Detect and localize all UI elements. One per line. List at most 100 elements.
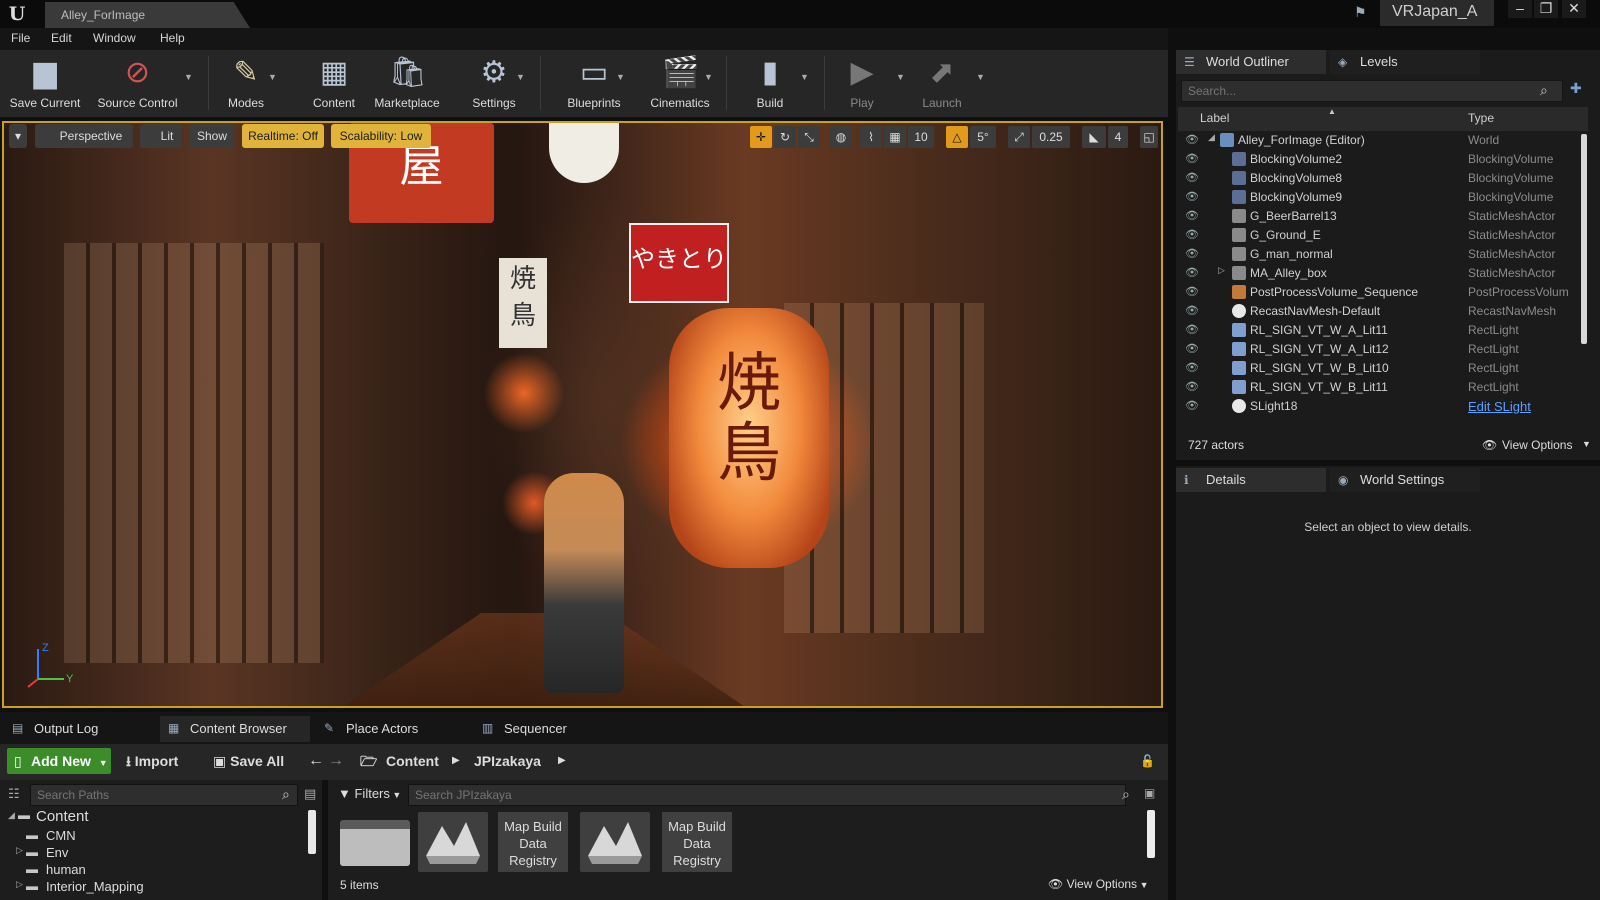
visibility-eye-icon[interactable]: 👁	[1184, 228, 1200, 242]
outliner-scrollbar[interactable]	[1581, 134, 1587, 344]
play-dropdown[interactable]: ▼	[896, 72, 906, 82]
asset-folder-tile[interactable]	[340, 812, 410, 872]
expand-arrow-icon[interactable]: ▷	[1218, 265, 1225, 276]
outliner-row[interactable]: 👁 RL_SIGN_VT_W_B_Lit11 RectLight	[1178, 378, 1588, 397]
scale-snap-value[interactable]: 0.25	[1032, 126, 1070, 148]
outliner-row[interactable]: 👁 RL_SIGN_VT_W_A_Lit11 RectLight	[1178, 321, 1588, 340]
minimize-button[interactable]: –	[1508, 0, 1532, 18]
expand-arrow-icon[interactable]: ▷	[16, 845, 23, 856]
outliner-row[interactable]: 👁 PostProcessVolume_Sequence PostProcess…	[1178, 283, 1588, 302]
visibility-eye-icon[interactable]: 👁	[1184, 361, 1200, 375]
asset-map-build-data-tile[interactable]: Map Build Data Registry	[662, 812, 732, 872]
menu-file[interactable]: File	[11, 31, 30, 45]
tab-world-outliner[interactable]: ☰ World Outliner	[1176, 50, 1326, 74]
lit-button[interactable]: Lit	[140, 124, 182, 148]
tab-levels[interactable]: ◈ Levels	[1330, 50, 1480, 74]
play-button[interactable]: ▶ Play	[834, 52, 890, 116]
rotation-snap-value[interactable]: 5°	[970, 126, 996, 148]
close-button[interactable]: ✕	[1562, 0, 1586, 18]
outliner-row[interactable]: 👁 RL_SIGN_VT_W_B_Lit10 RectLight	[1178, 359, 1588, 378]
grid-snap-icon[interactable]: ▦	[884, 126, 906, 148]
outliner-view-options[interactable]: View Options	[1502, 438, 1572, 452]
asset-view-options[interactable]: 👁 View Options ▼	[1048, 877, 1148, 891]
outliner-search-input[interactable]	[1181, 80, 1563, 102]
column-label[interactable]: Label	[1200, 111, 1229, 125]
surface-snap-icon[interactable]: ⌇	[860, 126, 882, 148]
tab-sequencer[interactable]: ▥ Sequencer	[474, 716, 624, 742]
expand-arrow-icon[interactable]: ▷	[16, 879, 23, 890]
realtime-toggle[interactable]: Realtime: Off	[242, 124, 324, 148]
visibility-eye-icon[interactable]: 👁	[1184, 323, 1200, 337]
visibility-eye-icon[interactable]: 👁	[1184, 380, 1200, 394]
breadcrumb-separator-icon[interactable]: ▶	[558, 748, 566, 774]
tree-item-cmn[interactable]: CMN	[46, 828, 76, 843]
chevron-down-icon[interactable]: ▼	[1582, 439, 1591, 449]
asset-map-build-data-tile[interactable]: Map Build Data Registry	[498, 812, 568, 872]
search-icon[interactable]: ⌕	[1540, 82, 1548, 99]
blueprints-button[interactable]: ▭ Blueprints	[552, 52, 636, 116]
save-current-button[interactable]: ▆ Save Current	[4, 52, 86, 116]
camera-speed-value[interactable]: 4	[1108, 126, 1128, 148]
settings-button[interactable]: ⚙ Settings	[458, 52, 530, 116]
document-tab[interactable]: Alley_ForImage	[45, 2, 250, 28]
search-paths-input[interactable]	[30, 784, 298, 806]
outliner-row[interactable]: 👁 BlockingVolume9 BlockingVolume	[1178, 188, 1588, 207]
tree-item-content[interactable]: Content	[36, 808, 89, 825]
panel-splitter[interactable]	[1168, 50, 1176, 900]
outliner-row[interactable]: 👁 ▷ MA_Alley_box StaticMeshActor	[1178, 264, 1588, 283]
lock-icon[interactable]: 🔓	[1140, 748, 1155, 774]
asset-view-scrollbar[interactable]	[1147, 810, 1155, 858]
visibility-eye-icon[interactable]: 👁	[1184, 152, 1200, 166]
visibility-eye-icon[interactable]: 👁	[1184, 247, 1200, 261]
rotate-tool-icon[interactable]: ↻	[774, 126, 796, 148]
search-assets-input[interactable]	[408, 784, 1126, 806]
collapse-arrow-icon[interactable]: ◢	[1208, 132, 1215, 143]
outliner-row[interactable]: 👁 RL_SIGN_VT_W_A_Lit12 RectLight	[1178, 340, 1588, 359]
outliner-row[interactable]: 👁 ◢ Alley_ForImage (Editor) World	[1178, 131, 1588, 150]
sources-toggle-icon[interactable]: ☷	[8, 786, 20, 802]
maximize-button[interactable]: ❐	[1534, 0, 1558, 18]
forward-arrow-icon[interactable]: →	[328, 748, 344, 774]
translate-tool-icon[interactable]: ✛	[750, 126, 772, 148]
outliner-row[interactable]: 👁 SLight18 Edit SLight	[1178, 397, 1588, 416]
search-icon[interactable]: ⌕	[282, 786, 290, 803]
breadcrumb-jpizakaya[interactable]: JPIzakaya	[474, 748, 541, 774]
launch-button[interactable]: ⬈ Launch	[912, 52, 972, 116]
breadcrumb-separator-icon[interactable]: ▶	[452, 748, 460, 774]
menu-window[interactable]: Window	[93, 31, 136, 45]
outliner-row[interactable]: 👁 RecastNavMesh-Default RecastNavMesh	[1178, 302, 1588, 321]
cinematics-dropdown[interactable]: ▼	[704, 72, 714, 82]
perspective-button[interactable]: Perspective	[35, 124, 133, 148]
import-button[interactable]: ⭳ Import	[126, 748, 178, 774]
rotation-snap-icon[interactable]: △	[946, 126, 968, 148]
menu-edit[interactable]: Edit	[51, 31, 72, 45]
visibility-eye-icon[interactable]: 👁	[1184, 209, 1200, 223]
build-button[interactable]: ▮ Build	[740, 52, 800, 116]
visibility-eye-icon[interactable]: 👁	[1184, 133, 1200, 147]
grid-snap-value[interactable]: 10	[908, 126, 934, 148]
tab-details[interactable]: ℹ Details	[1176, 468, 1326, 492]
tab-world-settings[interactable]: ◉ World Settings	[1330, 468, 1480, 492]
asset-map-tile[interactable]	[580, 812, 650, 872]
save-search-icon[interactable]: ▣	[1144, 786, 1155, 800]
outliner-row[interactable]: 👁 G_BeerBarrel13 StaticMeshActor	[1178, 207, 1588, 226]
breadcrumb-content[interactable]: Content	[386, 748, 439, 774]
build-dropdown[interactable]: ▼	[800, 72, 810, 82]
modes-dropdown[interactable]: ▼	[268, 72, 278, 82]
outliner-row[interactable]: 👁 BlockingVolume2 BlockingVolume	[1178, 150, 1588, 169]
visibility-eye-icon[interactable]: 👁	[1184, 399, 1200, 413]
outliner-row[interactable]: 👁 G_man_normal StaticMeshActor	[1178, 245, 1588, 264]
marketplace-button[interactable]: 🛍 Marketplace	[366, 52, 448, 116]
world-local-icon[interactable]: ◍	[830, 126, 852, 148]
visibility-eye-icon[interactable]: 👁	[1184, 171, 1200, 185]
camera-speed-icon[interactable]: ◣	[1082, 126, 1106, 148]
scale-snap-icon[interactable]: ⤢	[1008, 126, 1030, 148]
outliner-row[interactable]: 👁 G_Ground_E StaticMeshActor	[1178, 226, 1588, 245]
collapse-arrow-icon[interactable]: ◢	[8, 810, 15, 821]
tree-item-interior-mapping[interactable]: Interior_Mapping	[46, 879, 144, 894]
settings-dropdown[interactable]: ▼	[516, 72, 526, 82]
blueprints-dropdown[interactable]: ▼	[616, 72, 626, 82]
save-all-button[interactable]: ▣ Save All	[213, 748, 284, 774]
visibility-eye-icon[interactable]: 👁	[1184, 304, 1200, 318]
content-button[interactable]: ▦ Content	[302, 52, 366, 116]
